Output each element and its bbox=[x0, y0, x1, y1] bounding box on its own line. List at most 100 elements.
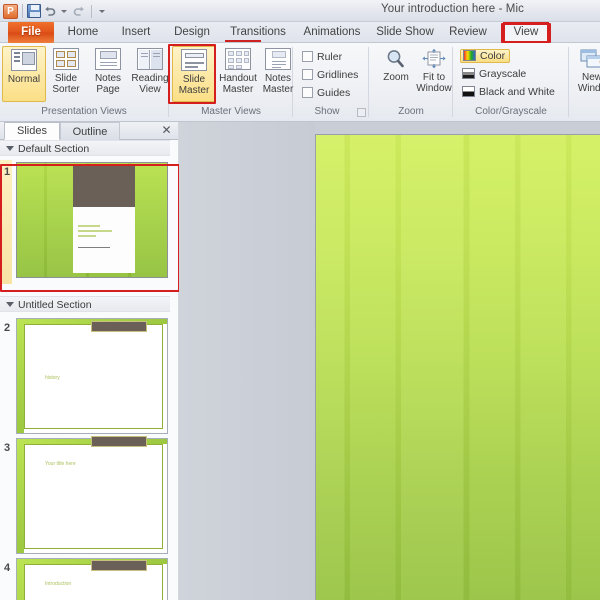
gridlines-checkbox-icon[interactable] bbox=[302, 69, 313, 80]
slide-master-icon bbox=[181, 49, 207, 71]
button-reading-view-label2: View bbox=[139, 83, 161, 95]
group-label-presentation-views: Presentation Views bbox=[41, 106, 127, 117]
slide-4-frame-left bbox=[17, 559, 24, 600]
slide-1-title-line-1 bbox=[78, 225, 100, 227]
button-black-and-white[interactable]: Black and White bbox=[462, 86, 555, 98]
design-tab-marker bbox=[225, 40, 261, 42]
notes-master-icon bbox=[265, 48, 291, 70]
slide-thumbnail-3[interactable]: Your title here bbox=[16, 436, 168, 554]
button-normal-view[interactable]: Normal bbox=[2, 46, 46, 102]
group-label-zoom: Zoom bbox=[398, 106, 424, 117]
slide-thumbnail-2[interactable]: history bbox=[16, 318, 168, 434]
ribbon-content: Normal Slide Sorter Notes Page Reading V… bbox=[0, 43, 600, 117]
button-slide-sorter[interactable]: Slide Sorter bbox=[44, 46, 88, 102]
checkbox-guides[interactable]: Guides bbox=[302, 87, 350, 99]
button-notes-page-label2: Page bbox=[96, 83, 120, 95]
button-reading-view-label: Reading bbox=[131, 73, 169, 84]
button-notes-master-label: Notes bbox=[264, 73, 292, 84]
title-bar: P Your introduction here - Mic bbox=[0, 0, 600, 22]
guides-checkbox-icon[interactable] bbox=[302, 87, 313, 98]
tab-outline[interactable]: Outline bbox=[60, 122, 120, 140]
checkbox-gridlines-label: Gridlines bbox=[317, 69, 359, 81]
button-slide-master-label2: Master bbox=[178, 84, 210, 96]
reading-view-icon bbox=[137, 48, 163, 70]
close-pane-icon[interactable]: ✕ bbox=[160, 124, 173, 137]
tab-animations[interactable]: Animations bbox=[298, 22, 366, 43]
slide-editor-area bbox=[179, 122, 600, 600]
slide-thumbnail-4[interactable]: Introduction bbox=[16, 558, 168, 600]
tab-slides[interactable]: Slides bbox=[4, 122, 60, 140]
button-slide-master-label: Slide bbox=[182, 74, 206, 85]
button-notes-master[interactable]: Notes Master bbox=[256, 46, 300, 102]
button-reading-view[interactable]: Reading View bbox=[126, 46, 174, 102]
section-header-untitled[interactable]: Untitled Section bbox=[0, 296, 170, 312]
button-notes-page[interactable]: Notes Page bbox=[86, 46, 130, 102]
button-slide-master[interactable]: Slide Master bbox=[172, 46, 216, 102]
slide-1-number: 1 bbox=[3, 166, 11, 178]
ruler-checkbox-icon[interactable] bbox=[302, 51, 313, 62]
tab-file[interactable]: File bbox=[8, 22, 54, 43]
group-label-show: Show bbox=[314, 106, 340, 117]
slide-canvas[interactable] bbox=[315, 134, 600, 600]
handout-master-icon bbox=[225, 48, 251, 70]
slide-1-title-line-3 bbox=[78, 235, 96, 237]
tab-home[interactable]: Home bbox=[60, 22, 106, 43]
slide-2-header-bar bbox=[91, 321, 147, 332]
tab-design[interactable]: Design bbox=[166, 22, 218, 43]
slide-2-number: 2 bbox=[3, 322, 11, 334]
button-new-window[interactable]: New Windo bbox=[572, 46, 600, 102]
section-collapse-icon-2[interactable] bbox=[6, 302, 14, 307]
group-label-master-views: Master Views bbox=[201, 106, 261, 117]
slide-4-number: 4 bbox=[3, 562, 11, 574]
slide-3-frame-left bbox=[17, 439, 24, 553]
notes-page-icon bbox=[95, 48, 121, 70]
document-title: Your introduction here - Mic bbox=[380, 3, 524, 15]
tab-insert[interactable]: Insert bbox=[113, 22, 159, 43]
slide-sorter-icon bbox=[53, 48, 79, 70]
slides-pane-scroll[interactable]: Default Section 1 Untitled Section 2 his… bbox=[0, 140, 178, 600]
checkbox-ruler[interactable]: Ruler bbox=[302, 51, 342, 63]
button-fit-to-window-label2: Window bbox=[416, 82, 452, 94]
show-dialog-launcher-icon[interactable] bbox=[357, 108, 366, 117]
slide-3-header-bar bbox=[91, 436, 147, 447]
button-notes-master-label2: Master bbox=[262, 83, 294, 95]
button-fit-to-window[interactable]: Fit to Window bbox=[412, 46, 456, 102]
slide-thumbnail-1[interactable] bbox=[16, 162, 168, 278]
button-color[interactable]: Color bbox=[460, 49, 511, 63]
slide-3-number: 3 bbox=[3, 442, 11, 454]
button-handout-master[interactable]: Handout Master bbox=[216, 46, 260, 102]
section-header-default[interactable]: Default Section bbox=[0, 140, 170, 156]
slide-2-title-text: history bbox=[45, 375, 60, 381]
button-normal-view-label: Normal bbox=[7, 74, 41, 85]
new-window-icon bbox=[579, 48, 600, 70]
button-new-window-label: New bbox=[581, 72, 600, 83]
section-header-default-label: Default Section bbox=[18, 143, 90, 155]
tab-review[interactable]: Review bbox=[443, 22, 493, 43]
slide-1-text-panel bbox=[73, 207, 135, 273]
button-fit-to-window-label: Fit to bbox=[422, 72, 446, 83]
button-grayscale[interactable]: Grayscale bbox=[462, 68, 526, 80]
tab-view[interactable]: View bbox=[503, 22, 549, 43]
group-label-color-grayscale: Color/Grayscale bbox=[475, 106, 547, 117]
button-handout-master-label: Handout bbox=[219, 73, 257, 84]
powerpoint-window: P Your introduction here - Mic File Home… bbox=[0, 0, 600, 600]
tab-slide-show[interactable]: Slide Show bbox=[373, 22, 437, 43]
editor-background bbox=[179, 122, 315, 600]
bw-swatch-icon bbox=[462, 86, 475, 97]
slide-4-title-text: Introduction bbox=[45, 581, 72, 587]
checkbox-gridlines[interactable]: Gridlines bbox=[302, 69, 358, 81]
slide-1-image-placeholder bbox=[73, 165, 135, 207]
slide-3-title-text: Your title here bbox=[45, 461, 76, 467]
grayscale-swatch-icon bbox=[462, 68, 475, 79]
ribbon-group-labels: Presentation Views Master Views Show Zoo… bbox=[0, 105, 600, 121]
section-collapse-icon[interactable] bbox=[6, 146, 14, 151]
slide-1-subtitle-line bbox=[78, 247, 110, 249]
slide-1-title-line-2 bbox=[78, 230, 112, 232]
button-color-label: Color bbox=[480, 50, 506, 62]
button-grayscale-label: Grayscale bbox=[479, 68, 527, 80]
button-slide-sorter-label2: Sorter bbox=[52, 83, 80, 95]
button-notes-page-label: Notes bbox=[94, 73, 122, 84]
magnifier-icon bbox=[383, 48, 409, 70]
button-handout-master-label2: Master bbox=[222, 83, 254, 95]
checkbox-guides-label: Guides bbox=[317, 87, 351, 99]
